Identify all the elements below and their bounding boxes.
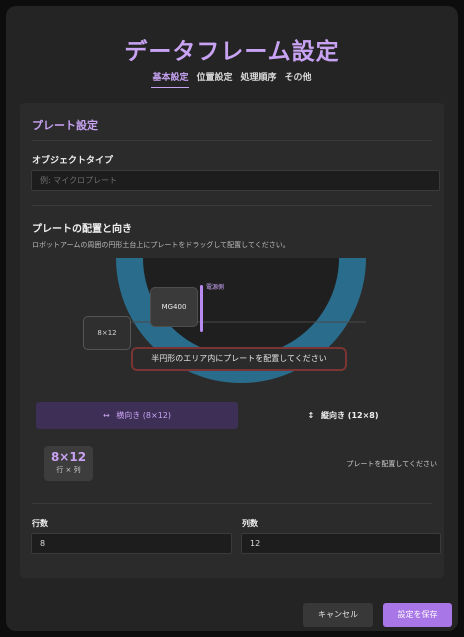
- object-type-label: オブジェクトタイプ: [32, 156, 114, 166]
- save-settings-button[interactable]: 設定を保存: [383, 603, 452, 627]
- dialog-title: データフレーム設定: [124, 39, 340, 65]
- settings-panel: プレート設定 オブジェクトタイプ 例: マイクロプレート プレートの配置と向き …: [20, 103, 444, 578]
- tab-bar: 基本設定 位置設定 処理順序 その他: [6, 70, 458, 88]
- orientation-portrait-button[interactable]: ↕ 縦向き (12×8): [242, 402, 444, 429]
- power-side-label: 電源側: [206, 284, 225, 291]
- orientation-portrait-label: 縦向き (12×8): [321, 411, 379, 420]
- tab-processing-order[interactable]: 処理順序: [240, 70, 278, 88]
- plate-size-badge: 8×12 行 × 列: [44, 446, 93, 481]
- plate-size-unit: 行 × 列: [56, 466, 81, 474]
- dialog-window: データフレーム設定 基本設定 位置設定 処理順序 その他 プレート設定 オブジェ…: [6, 6, 458, 631]
- horizontal-arrows-icon: ↔: [102, 411, 110, 420]
- rows-input[interactable]: 8: [31, 533, 232, 554]
- placement-warning-message: 半円形のエリア内にプレートを配置してください: [131, 347, 347, 371]
- divider: [32, 205, 432, 206]
- orientation-landscape-button[interactable]: ↔ 横向き (8×12): [36, 402, 238, 429]
- object-type-input[interactable]: 例: マイクロプレート: [31, 170, 440, 191]
- placement-status-text: プレートを配置してください: [346, 460, 437, 468]
- placement-heading: プレートの配置と向き: [32, 224, 132, 235]
- plate-size-value: 8×12: [50, 450, 87, 464]
- placement-description: ロボットアームの周囲の円形土台上にプレートをドラッグして配置してください。: [32, 241, 290, 249]
- divider: [32, 140, 432, 141]
- robot-base-mg400[interactable]: MG400: [150, 287, 198, 327]
- section-title: プレート設定: [32, 119, 98, 132]
- rows-label: 行数: [32, 519, 48, 528]
- tab-position-settings[interactable]: 位置設定: [195, 70, 233, 88]
- orientation-landscape-label: 横向き (8×12): [116, 411, 171, 420]
- tab-basic-settings[interactable]: 基本設定: [151, 70, 190, 88]
- columns-label: 列数: [242, 519, 258, 528]
- divider: [32, 503, 432, 504]
- columns-input[interactable]: 12: [241, 533, 441, 554]
- power-side-bar: [200, 285, 203, 332]
- tab-other[interactable]: その他: [284, 70, 313, 88]
- vertical-arrows-icon: ↕: [307, 411, 315, 420]
- cancel-button[interactable]: キャンセル: [303, 603, 373, 627]
- draggable-plate[interactable]: 8×12: [83, 316, 131, 350]
